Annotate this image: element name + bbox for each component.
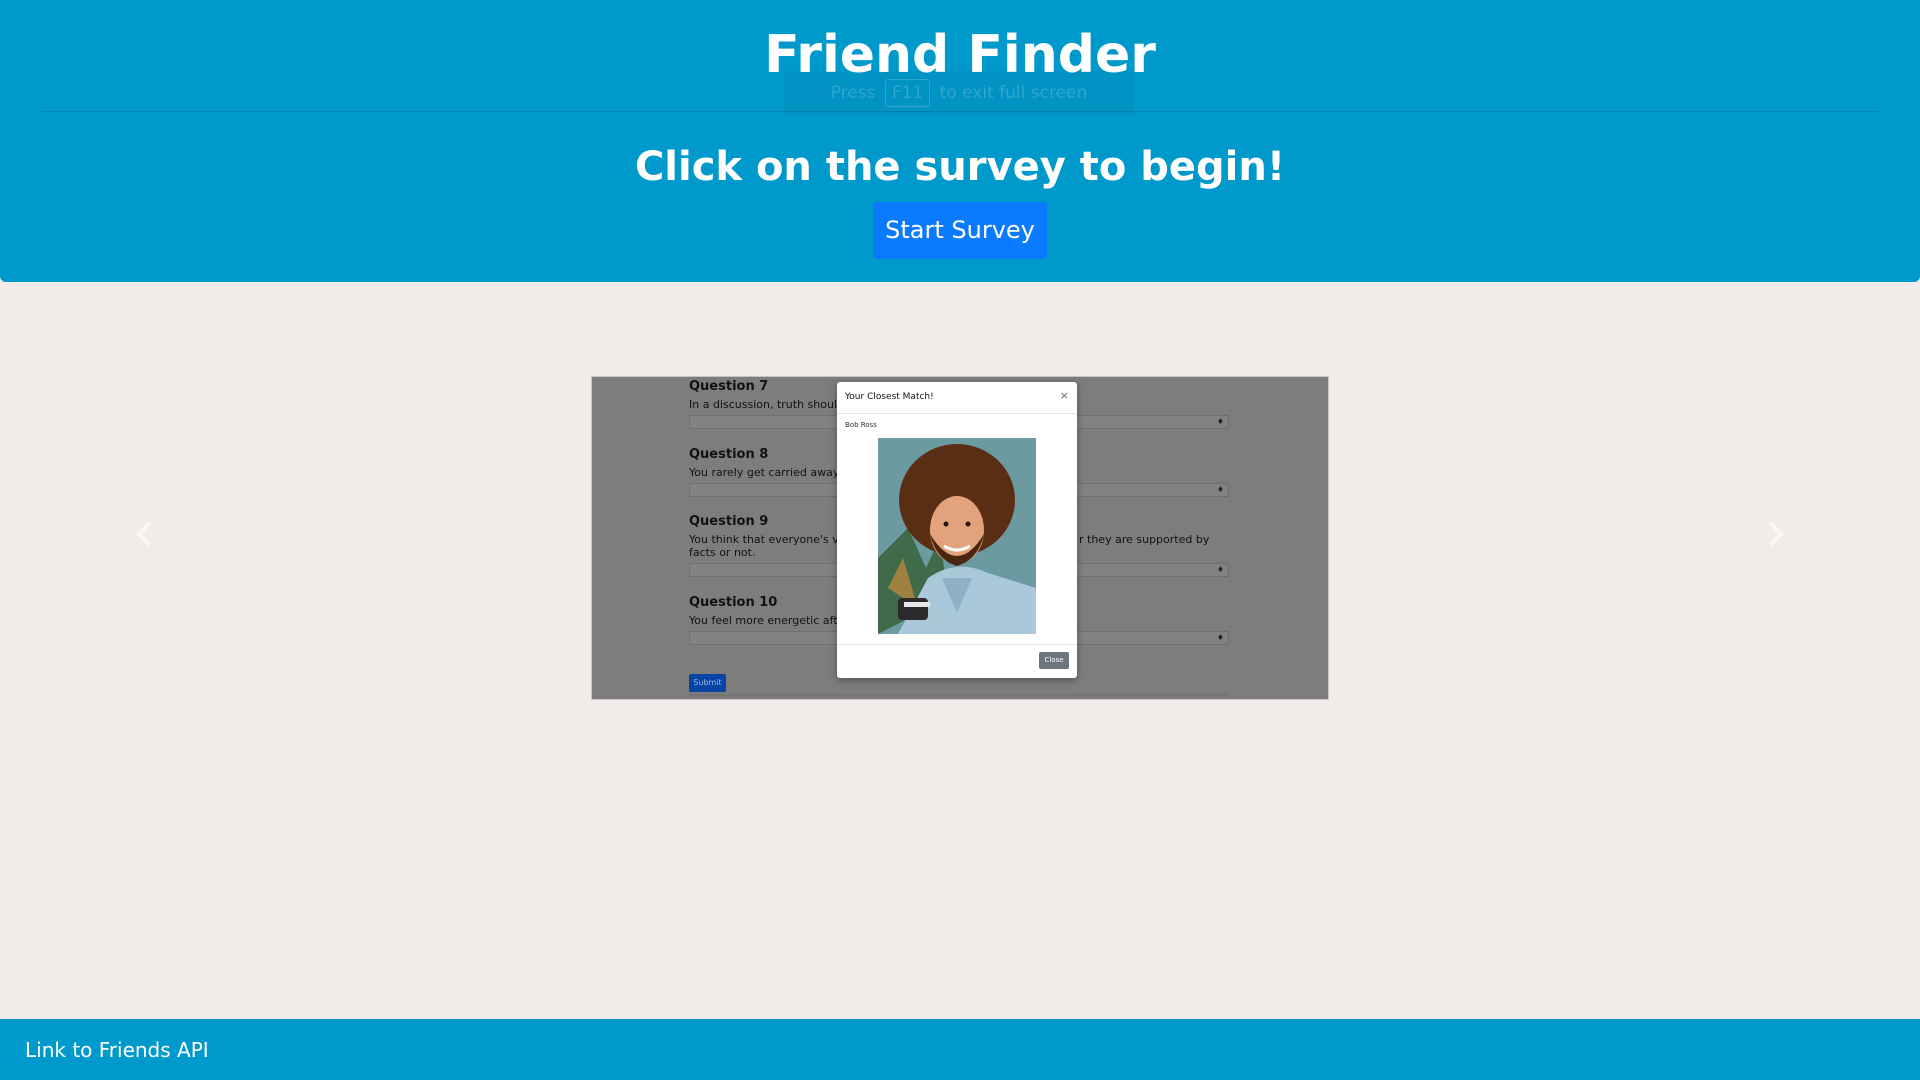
fullscreen-hint-after: to exit full screen bbox=[939, 83, 1088, 103]
carousel-prev-button[interactable] bbox=[130, 520, 160, 554]
carousel-next-button[interactable] bbox=[1760, 520, 1790, 554]
slide-bottom-line bbox=[689, 694, 1227, 696]
modal-header: Your Closest Match! × bbox=[837, 382, 1077, 414]
lead-text: Click on the survey to begin! bbox=[634, 144, 1286, 190]
submit-button-image: Submit bbox=[689, 674, 726, 692]
question-text-left: You think that everyone's vi bbox=[689, 533, 842, 546]
carousel-slide-screenshot: Question 7 In a discussion, truth should… bbox=[591, 376, 1329, 700]
start-survey-button[interactable]: Start Survey bbox=[873, 202, 1047, 259]
close-icon: × bbox=[1059, 389, 1069, 402]
question-text-right: r they are supported by bbox=[1079, 533, 1210, 546]
modal-title: Your Closest Match! bbox=[845, 392, 934, 402]
match-photo bbox=[878, 438, 1036, 634]
footer-bar: Link to Friends API bbox=[0, 1019, 1920, 1080]
chevron-right-icon bbox=[1768, 521, 1784, 547]
fullscreen-hint-key: F11 bbox=[884, 79, 931, 107]
chevron-left-icon bbox=[136, 521, 152, 547]
match-name: Bob Ross bbox=[845, 421, 877, 429]
fullscreen-hint-before: Press bbox=[830, 83, 876, 103]
close-button: Close bbox=[1039, 652, 1069, 669]
friends-api-link[interactable]: Link to Friends API bbox=[25, 1038, 209, 1062]
header-divider bbox=[40, 111, 1880, 112]
fullscreen-hint: Press F11 to exit full screen bbox=[784, 71, 1134, 115]
modal-footer-divider bbox=[837, 644, 1077, 645]
header-jumbotron: Friend Finder Press F11 to exit full scr… bbox=[0, 0, 1920, 282]
closest-match-modal: Your Closest Match! × Bob Ross Close bbox=[837, 382, 1077, 678]
